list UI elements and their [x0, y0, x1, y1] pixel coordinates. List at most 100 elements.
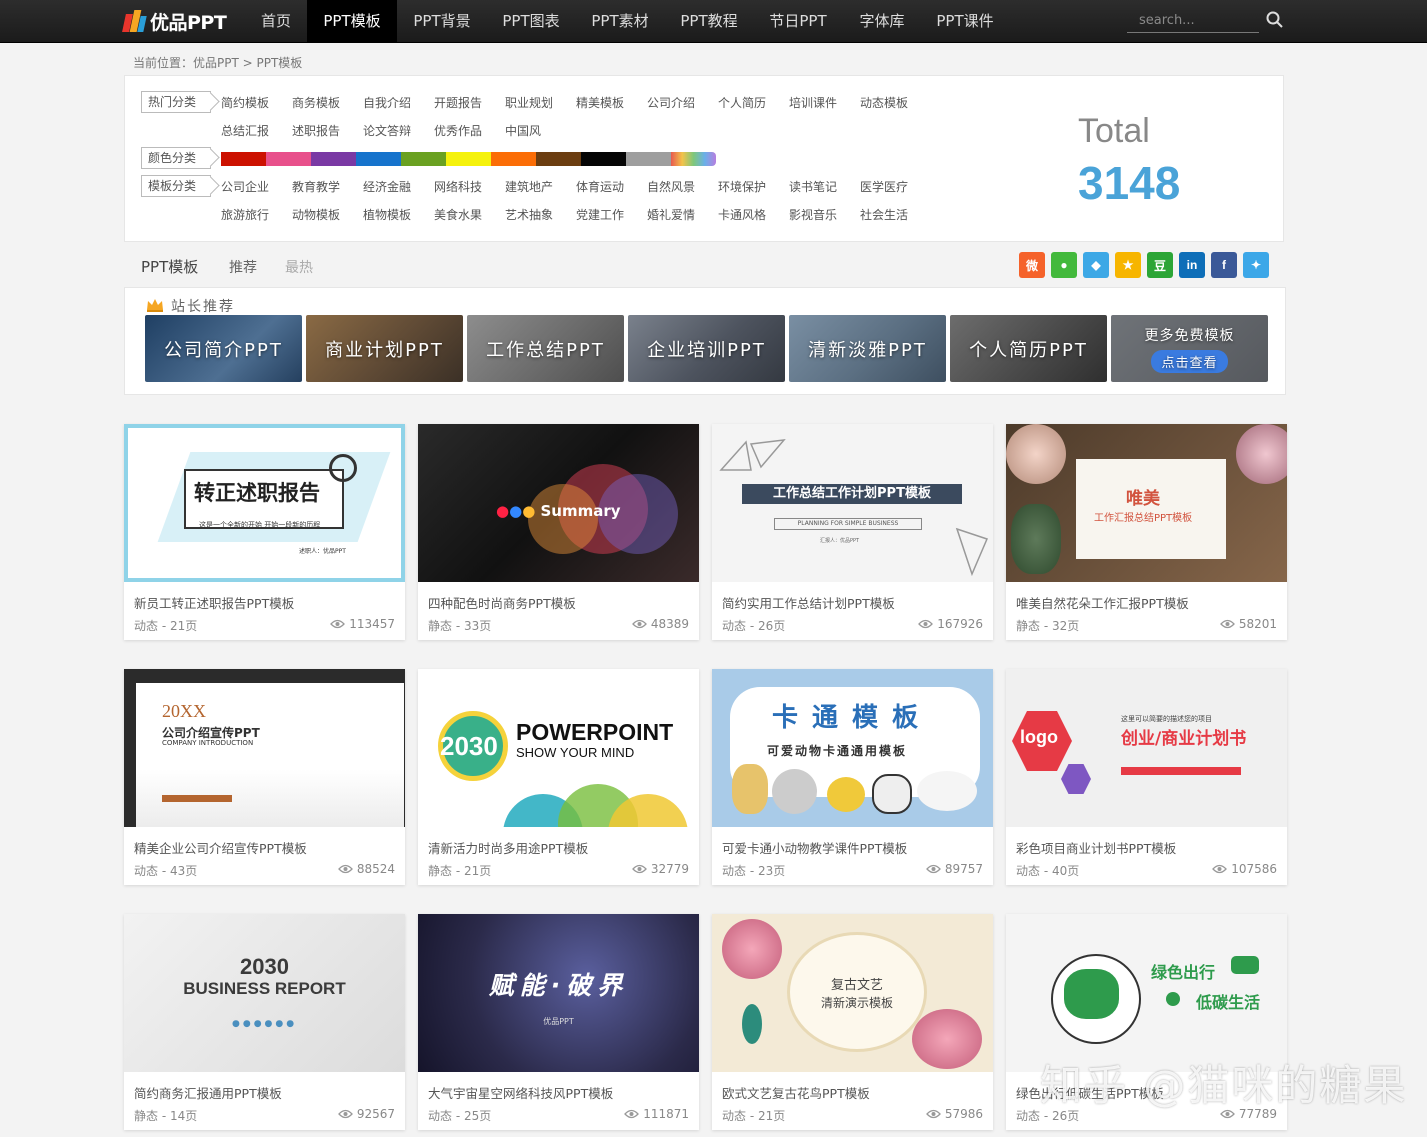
template-thumbnail[interactable]: 绿色出行 低碳生活	[1006, 914, 1287, 1072]
banner-more-templates[interactable]: 更多免费模板 点击查看	[1111, 315, 1268, 382]
template-category-link[interactable]: 卡通风格	[718, 206, 766, 223]
hot-category-link[interactable]: 动态模板	[860, 94, 908, 111]
tab-ppt-templates[interactable]: PPT模板	[141, 256, 198, 277]
hot-category-link[interactable]: 公司介绍	[647, 94, 695, 111]
site-logo[interactable]: 优品PPT	[122, 6, 227, 36]
color-swatch[interactable]	[401, 152, 446, 166]
banner-resume[interactable]: 个人简历PPT	[950, 315, 1107, 382]
template-thumbnail[interactable]: 转正述职报告 这是一个全新的开始 开始一段新的历程 述职人：优品PPT	[124, 424, 405, 582]
hot-category-link[interactable]: 简约模板	[221, 94, 269, 111]
template-thumbnail[interactable]: 复古文艺 清新演示模板	[712, 914, 993, 1072]
template-card[interactable]: logo 创业/商业计划书 这里可以简要的描述您的项目 彩色项目商业计划书PPT…	[1006, 669, 1287, 885]
color-swatch[interactable]	[356, 152, 401, 166]
template-category-link[interactable]: 经济金融	[363, 178, 411, 195]
nav-holiday-ppt[interactable]: 节日PPT	[759, 0, 837, 43]
color-swatch[interactable]	[626, 152, 671, 166]
wechat-icon[interactable]: ●	[1051, 252, 1077, 278]
template-thumbnail[interactable]: 工作总结工作计划PPT模板 PLANNING FOR SIMPLE BUSINE…	[712, 424, 993, 582]
template-title[interactable]: 简约商务汇报通用PPT模板	[134, 1083, 282, 1102]
template-category-link[interactable]: 旅游旅行	[221, 206, 269, 223]
nav-ppt-tutorials[interactable]: PPT教程	[670, 0, 748, 43]
banner-corporate-training[interactable]: 企业培训PPT	[628, 315, 785, 382]
nav-ppt-templates[interactable]: PPT模板	[307, 0, 397, 43]
color-swatch[interactable]	[671, 152, 716, 166]
template-title[interactable]: 简约实用工作总结计划PPT模板	[722, 593, 895, 612]
douban-icon[interactable]: 豆	[1147, 252, 1173, 278]
template-card[interactable]: 复古文艺 清新演示模板 欧式文艺复古花鸟PPT模板 动态 - 21页 57986	[712, 914, 993, 1130]
template-category-link[interactable]: 影视音乐	[789, 206, 837, 223]
template-card[interactable]: 唯美 工作汇报总结PPT模板 唯美自然花朵工作汇报PPT模板 静态 - 32页 …	[1006, 424, 1287, 640]
template-thumbnail[interactable]: 唯美 工作汇报总结PPT模板	[1006, 424, 1287, 582]
template-card[interactable]: 赋能·破界 优品PPT 大气宇宙星空网络科技风PPT模板 动态 - 25页 11…	[418, 914, 699, 1130]
template-category-link[interactable]: 体育运动	[576, 178, 624, 195]
hot-category-link[interactable]: 开题报告	[434, 94, 482, 111]
template-category-link[interactable]: 医学医疗	[860, 178, 908, 195]
qzone-icon[interactable]: ★	[1115, 252, 1141, 278]
template-category-link[interactable]: 建筑地产	[505, 178, 553, 195]
template-category-link[interactable]: 艺术抽象	[505, 206, 553, 223]
template-title[interactable]: 新员工转正述职报告PPT模板	[134, 593, 294, 612]
hot-category-link[interactable]: 职业规划	[505, 94, 553, 111]
template-thumbnail[interactable]: 20XX 公司介绍宣传PPT COMPANY INTRODUCTION	[124, 669, 405, 827]
template-category-link[interactable]: 环境保护	[718, 178, 766, 195]
nav-home[interactable]: 首页	[250, 0, 302, 43]
tab-hottest[interactable]: 最热	[285, 257, 313, 277]
template-title[interactable]: 唯美自然花朵工作汇报PPT模板	[1016, 593, 1189, 612]
color-swatch[interactable]	[581, 152, 626, 166]
tab-recommended[interactable]: 推荐	[229, 257, 257, 277]
template-thumbnail[interactable]: 2030 BUSINESS REPORT ●●●●●●	[124, 914, 405, 1072]
template-title[interactable]: 精美企业公司介绍宣传PPT模板	[134, 838, 307, 857]
nav-fonts[interactable]: 字体库	[852, 0, 912, 43]
template-title[interactable]: 可爱卡通小动物教学课件PPT模板	[722, 838, 907, 857]
template-title[interactable]: 大气宇宙星空网络科技风PPT模板	[428, 1083, 613, 1102]
hot-category-link[interactable]: 述职报告	[292, 122, 340, 139]
nav-ppt-backgrounds[interactable]: PPT背景	[403, 0, 481, 43]
template-category-link[interactable]: 动物模板	[292, 206, 340, 223]
template-category-link[interactable]: 读书笔记	[789, 178, 837, 195]
search-icon[interactable]	[1265, 10, 1285, 30]
color-swatch[interactable]	[446, 152, 491, 166]
hot-category-link[interactable]: 自我介绍	[363, 94, 411, 111]
template-category-link[interactable]: 网络科技	[434, 178, 482, 195]
color-swatch[interactable]	[221, 152, 266, 166]
twitter-icon[interactable]: ✦	[1243, 252, 1269, 278]
banner-fresh-elegant[interactable]: 清新淡雅PPT	[789, 315, 946, 382]
template-card[interactable]: 20XX 公司介绍宣传PPT COMPANY INTRODUCTION 精美企业…	[124, 669, 405, 885]
facebook-icon[interactable]: f	[1211, 252, 1237, 278]
template-title[interactable]: 欧式文艺复古花鸟PPT模板	[722, 1083, 870, 1102]
hot-category-link[interactable]: 精美模板	[576, 94, 624, 111]
color-swatch[interactable]	[266, 152, 311, 166]
hot-category-link[interactable]: 总结汇报	[221, 122, 269, 139]
hot-category-link[interactable]: 论文答辩	[363, 122, 411, 139]
template-thumbnail[interactable]: 2030 POWERPOINT SHOW YOUR MIND	[418, 669, 699, 827]
template-category-link[interactable]: 自然风景	[647, 178, 695, 195]
template-category-link[interactable]: 美食水果	[434, 206, 482, 223]
template-thumbnail[interactable]: 卡通模板 可爱动物卡通通用模板	[712, 669, 993, 827]
banner-business-plan[interactable]: 商业计划PPT	[306, 315, 463, 382]
nav-ppt-charts[interactable]: PPT图表	[492, 0, 570, 43]
template-title[interactable]: 四种配色时尚商务PPT模板	[428, 593, 576, 612]
template-card[interactable]: 2030 BUSINESS REPORT ●●●●●● 简约商务汇报通用PPT模…	[124, 914, 405, 1130]
search-input[interactable]	[1127, 8, 1259, 33]
template-category-link[interactable]: 党建工作	[576, 206, 624, 223]
weibo-icon[interactable]: 微	[1019, 252, 1045, 278]
hot-category-link[interactable]: 优秀作品	[434, 122, 482, 139]
banner-company-intro[interactable]: 公司简介PPT	[145, 315, 302, 382]
template-card[interactable]: 转正述职报告 这是一个全新的开始 开始一段新的历程 述职人：优品PPT 新员工转…	[124, 424, 405, 640]
template-title[interactable]: 彩色项目商业计划书PPT模板	[1016, 838, 1176, 857]
hot-category-link[interactable]: 个人简历	[718, 94, 766, 111]
qq-icon[interactable]: ◆	[1083, 252, 1109, 278]
template-card[interactable]: 工作总结工作计划PPT模板 PLANNING FOR SIMPLE BUSINE…	[712, 424, 993, 640]
template-category-link[interactable]: 教育教学	[292, 178, 340, 195]
linkedin-icon[interactable]: in	[1179, 252, 1205, 278]
nav-ppt-courseware[interactable]: PPT课件	[926, 0, 1004, 43]
hot-category-link[interactable]: 中国风	[505, 122, 541, 139]
template-card[interactable]: 卡通模板 可爱动物卡通通用模板 可爱卡通小动物教学课件PPT模板 动态 - 23…	[712, 669, 993, 885]
template-thumbnail[interactable]: ●●● Summary	[418, 424, 699, 582]
template-card[interactable]: 2030 POWERPOINT SHOW YOUR MIND 清新活力时尚多用途…	[418, 669, 699, 885]
template-thumbnail[interactable]: logo 创业/商业计划书 这里可以简要的描述您的项目	[1006, 669, 1287, 827]
template-card[interactable]: ●●● Summary 四种配色时尚商务PPT模板 静态 - 33页 48389	[418, 424, 699, 640]
color-swatch[interactable]	[536, 152, 581, 166]
template-category-link[interactable]: 婚礼爱情	[647, 206, 695, 223]
template-category-link[interactable]: 社会生活	[860, 206, 908, 223]
